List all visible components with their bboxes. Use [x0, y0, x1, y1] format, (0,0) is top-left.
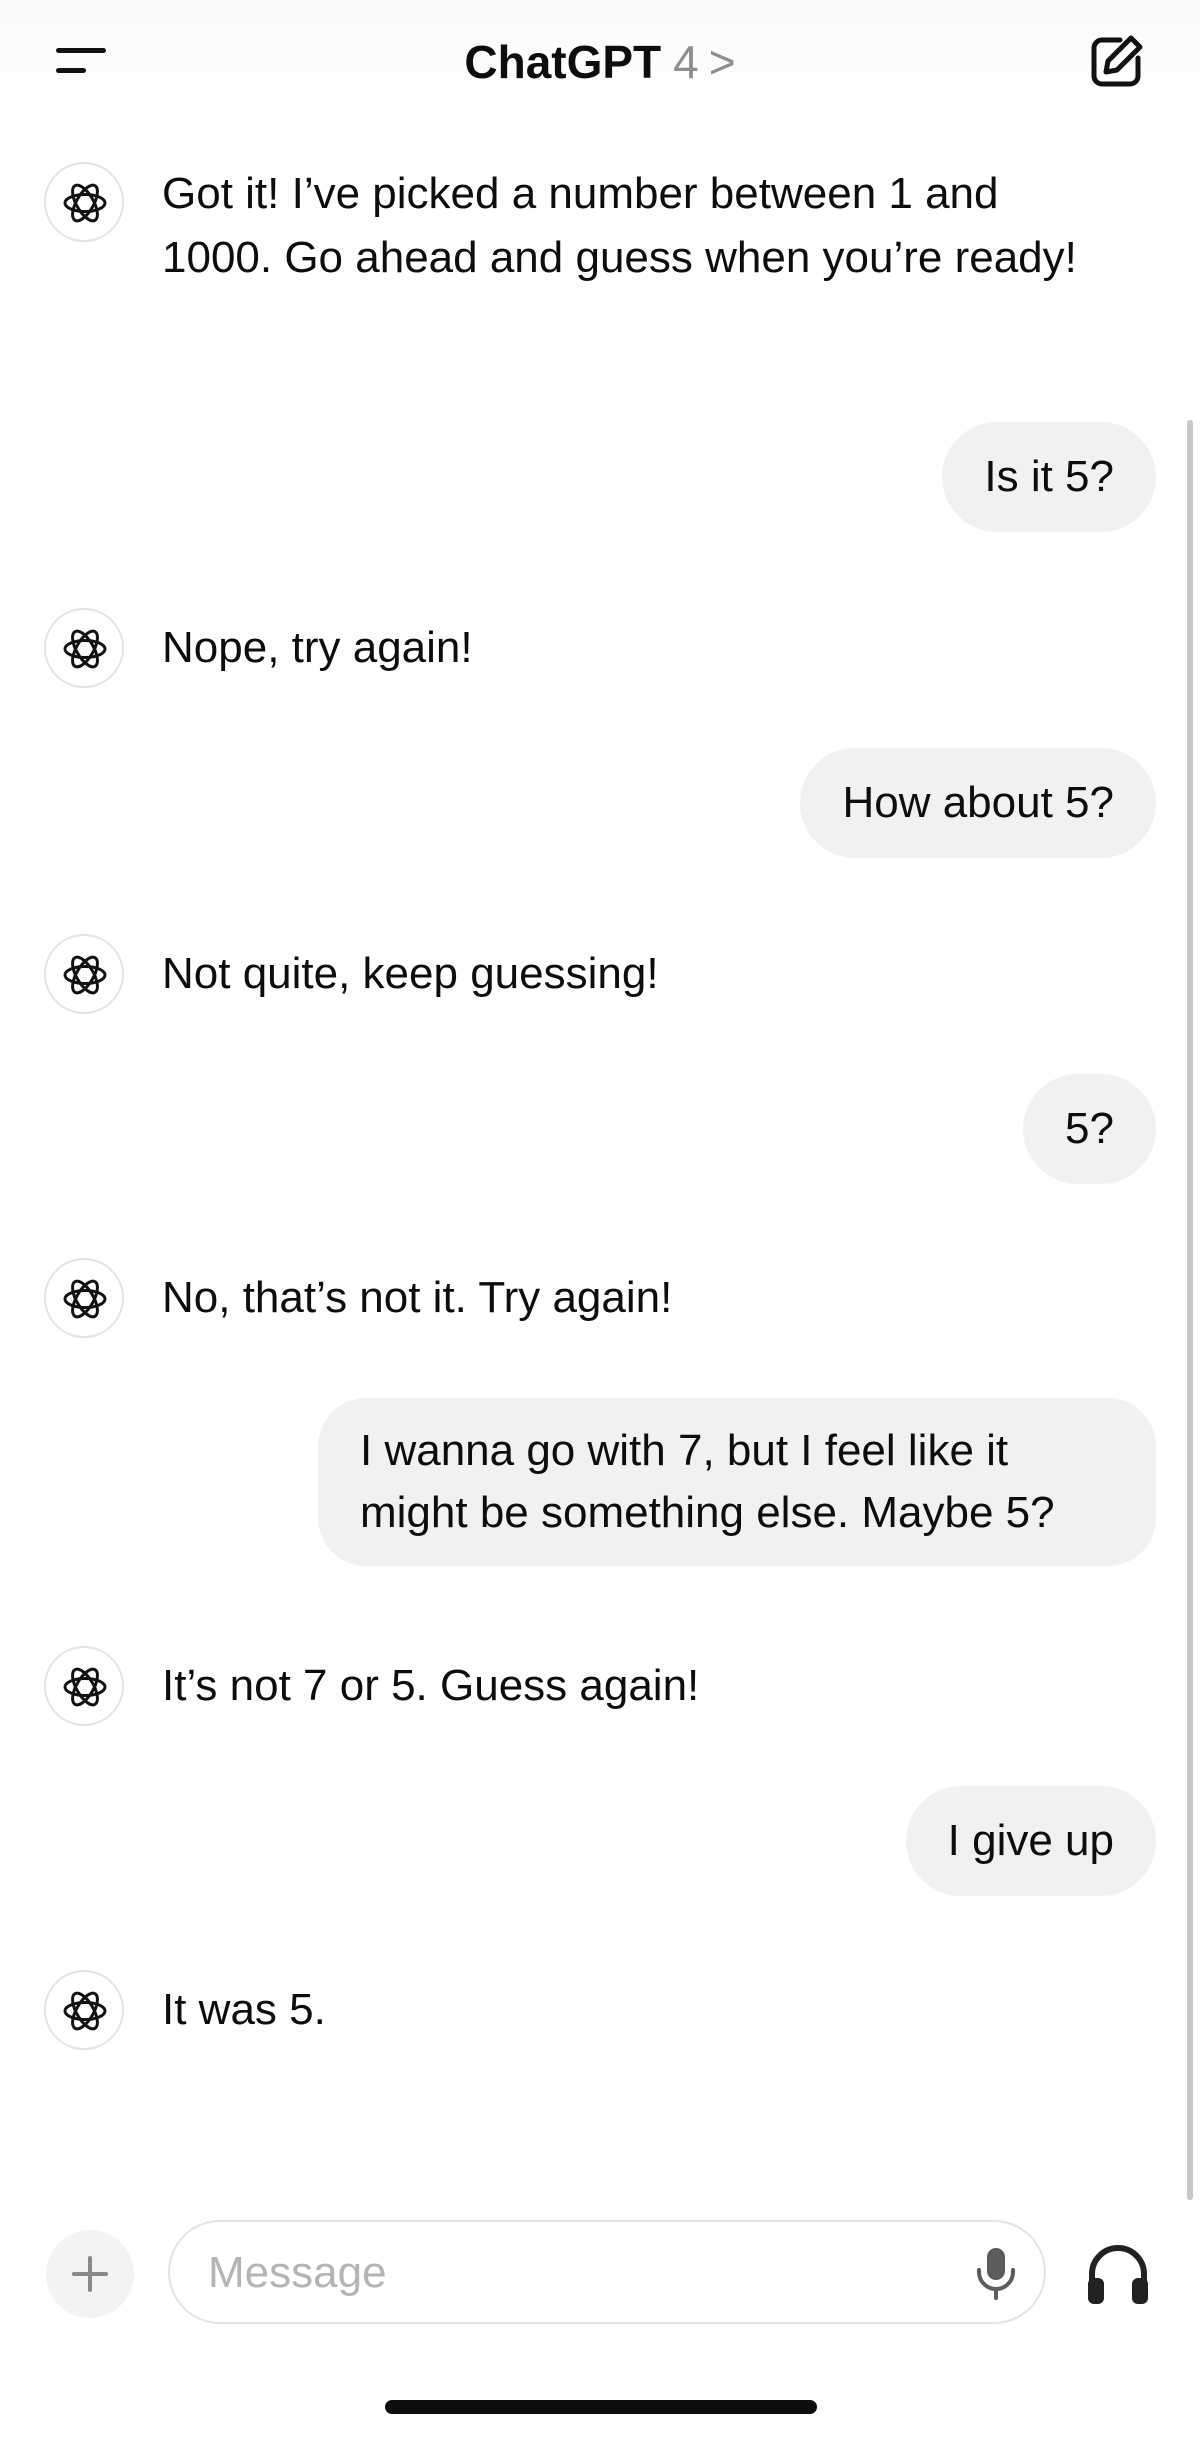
chatgpt-logo-icon: [44, 934, 124, 1014]
user-message-bubble: Is it 5?: [942, 422, 1156, 532]
home-indicator: [385, 2400, 817, 2414]
model-selector[interactable]: ChatGPT 4 >: [0, 32, 1200, 92]
user-message-bubble: How about 5?: [800, 748, 1156, 858]
user-message-bubble: I give up: [905, 1786, 1156, 1896]
user-message-bubble: I wanna go with 7, but I feel like it mi…: [318, 1398, 1156, 1566]
headphones-icon[interactable]: [1084, 2242, 1152, 2306]
compose-icon[interactable]: [1084, 30, 1148, 94]
top-bar: ChatGPT 4 >: [0, 0, 1200, 128]
assistant-message: Nope, try again!: [162, 623, 473, 672]
assistant-message: No, that’s not it. Try again!: [162, 1273, 673, 1322]
message-input-container[interactable]: [168, 2220, 1046, 2324]
scrollbar[interactable]: [1187, 420, 1193, 2200]
chatgpt-logo-icon: [44, 1258, 124, 1338]
microphone-icon[interactable]: [970, 2246, 1022, 2302]
assistant-message: It was 5.: [162, 1985, 326, 2034]
app-title: ChatGPT: [464, 36, 662, 88]
chatgpt-logo-icon: [44, 608, 124, 688]
chatgpt-logo-icon: [44, 162, 124, 242]
assistant-message: Got it! I’ve picked a number between 1 a…: [162, 169, 1077, 282]
user-message-bubble: 5?: [1023, 1074, 1156, 1184]
model-version: 4: [673, 36, 699, 88]
chatgpt-logo-icon: [44, 1970, 124, 2050]
plus-icon[interactable]: [46, 2230, 134, 2318]
chevron-right-icon: >: [708, 36, 736, 88]
chat-screen: ChatGPT 4 > Got it! I’ve picked a number b…: [0, 0, 1200, 2438]
assistant-message: Not quite, keep guessing!: [162, 949, 659, 998]
message-input[interactable]: [206, 2242, 910, 2304]
assistant-message: It’s not 7 or 5. Guess again!: [162, 1661, 700, 1710]
chatgpt-logo-icon: [44, 1646, 124, 1726]
